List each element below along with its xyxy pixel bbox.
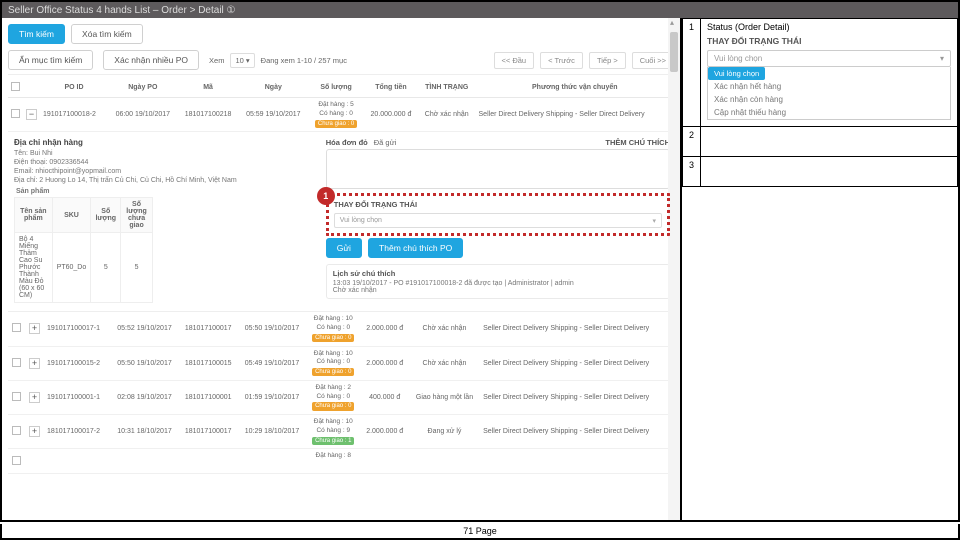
table-row: + 181017100017-2 10:31 18/10/2017 181017… — [8, 415, 674, 449]
expand-toggle[interactable]: − — [26, 109, 37, 120]
status-heading: THAY ĐỔI TRẠNG THÁI — [334, 200, 662, 209]
history-line: 13:03 19/10/2017 - PO #191017100018-2 đã… — [333, 280, 663, 287]
table-row: + 191017100015-2 05:50 19/10/2017 181017… — [8, 346, 674, 380]
scrollbar[interactable] — [668, 18, 680, 520]
row-checkbox[interactable] — [12, 392, 21, 401]
add-note-label: THÊM CHÚ THÍCH — [605, 138, 670, 147]
anno-num-2: 2 — [683, 127, 701, 157]
row-checkbox[interactable] — [12, 456, 21, 465]
page-footer: 71 Page — [0, 524, 960, 540]
note-history: Lịch sử chú thích 13:03 19/10/2017 - PO … — [326, 264, 670, 299]
anno-num-3: 3 — [683, 157, 701, 187]
po-table-header: PO ID Ngày PO Mã Ngày Số lượng Tổng tiền… — [8, 78, 674, 98]
dropdown-option[interactable]: Vui lòng chọn — [708, 67, 765, 80]
product-heading: Sản phẩm — [16, 188, 316, 195]
title-bar: Seller Office Status 4 hands List – Orde… — [0, 0, 960, 18]
dropdown-option[interactable]: Xác nhận còn hàng — [708, 93, 950, 106]
pager-next[interactable]: Tiếp > — [589, 52, 626, 69]
dropdown-option[interactable]: Xác nhận hết hàng — [708, 80, 950, 93]
row-checkbox[interactable] — [12, 323, 21, 332]
view-label: Xem — [209, 56, 224, 65]
po-table-rest: + 191017100017-1 05:52 19/10/2017 181017… — [8, 312, 674, 474]
po-table: PO ID Ngày PO Mã Ngày Số lượng Tổng tiền… — [8, 78, 674, 132]
search-button[interactable]: Tìm kiếm — [8, 24, 65, 44]
search-buttons: Tìm kiếm Xóa tìm kiếm — [8, 24, 674, 44]
toolbar: Ẩn mục tìm kiếm Xác nhận nhiều PO Xem 10… — [8, 50, 674, 75]
status-change-block: 1 THAY ĐỔI TRẠNG THÁI Vui lòng chọn — [326, 193, 670, 236]
table-row: Đặt hàng : 8 — [8, 449, 674, 474]
expand-toggle[interactable]: + — [29, 392, 40, 403]
table-row: + 191017100001-1 02:08 19/10/2017 181017… — [8, 380, 674, 414]
status-dropdown[interactable]: Vui lòng chọn Vui lòng chọnXác nhận hết … — [707, 50, 951, 120]
add-po-note-button[interactable]: Thêm chú thích PO — [368, 238, 463, 258]
dropdown-list[interactable]: Vui lòng chọnXác nhận hết hàngXác nhận c… — [707, 67, 951, 120]
expand-toggle[interactable]: + — [29, 426, 40, 437]
addr-email: Email: nhiocthipoint@yopmail.com — [14, 168, 316, 175]
anno-title-1: Status (Order Detail) — [707, 22, 951, 32]
anno-num-1: 1 — [683, 19, 701, 127]
annotation-panel: 1 Status (Order Detail) THAY ĐỔI TRẠNG T… — [682, 18, 958, 520]
product-row: Bộ 4 Miếng Thảm Cao Su Phước Thành Màu Đ… — [15, 233, 153, 303]
addr-name: Tên: Bui Nhi — [14, 150, 316, 157]
send-button[interactable]: Gửi — [326, 238, 362, 258]
expand-toggle[interactable]: + — [29, 358, 40, 369]
address-heading: Địa chỉ nhận hàng — [14, 138, 316, 147]
history-status: Chờ xác nhận — [333, 287, 663, 294]
page-size-select[interactable]: 10 ▾ — [230, 53, 254, 68]
anno-status-heading: THAY ĐỔI TRẠNG THÁI — [707, 36, 951, 46]
pager-first[interactable]: << Đầu — [494, 52, 535, 69]
dropdown-option[interactable]: Cập nhật thiếu hàng — [708, 106, 950, 119]
range-label: Đang xem 1-10 / 257 mục — [261, 56, 347, 65]
page-frame: Tìm kiếm Xóa tìm kiếm Ẩn mục tìm kiếm Xá… — [0, 18, 960, 522]
clear-search-button[interactable]: Xóa tìm kiếm — [71, 24, 143, 44]
expand-toggle[interactable]: + — [29, 323, 40, 334]
row-checkbox[interactable] — [12, 358, 21, 367]
table-row: + 191017100017-1 05:52 19/10/2017 181017… — [8, 312, 674, 346]
screenshot-panel: Tìm kiếm Xóa tìm kiếm Ẩn mục tìm kiếm Xá… — [2, 18, 682, 520]
invoice-status: Đã gửi — [374, 138, 397, 147]
invoice-label: Hóa đơn đỏ — [326, 138, 368, 147]
dropdown-selected[interactable]: Vui lòng chọn — [707, 50, 951, 67]
note-textarea[interactable] — [326, 149, 670, 189]
pager-prev[interactable]: < Trước — [540, 52, 583, 69]
row-checkbox[interactable] — [12, 426, 21, 435]
confirm-multi-button[interactable]: Xác nhận nhiều PO — [103, 50, 199, 70]
table-row: − 191017100018-2 06:00 19/10/2017 181017… — [8, 98, 674, 132]
callout-marker-1: 1 — [317, 187, 335, 205]
product-table: Tên sản phẩm SKU Số lượng Số lượng chưa … — [14, 197, 153, 303]
order-detail: Địa chỉ nhận hàng Tên: Bui Nhi Điện thoạ… — [8, 132, 674, 312]
addr-phone: Điện thoại: 0902336544 — [14, 159, 316, 166]
checkbox-all[interactable] — [11, 82, 20, 91]
hide-search-button[interactable]: Ẩn mục tìm kiếm — [8, 50, 93, 70]
status-select[interactable]: Vui lòng chọn — [334, 213, 662, 228]
row-checkbox[interactable] — [11, 109, 20, 118]
history-title: Lịch sử chú thích — [333, 269, 663, 278]
addr-full: Địa chỉ: 2 Huong Lo 14, Thị trấn Củ Chi,… — [14, 177, 316, 184]
